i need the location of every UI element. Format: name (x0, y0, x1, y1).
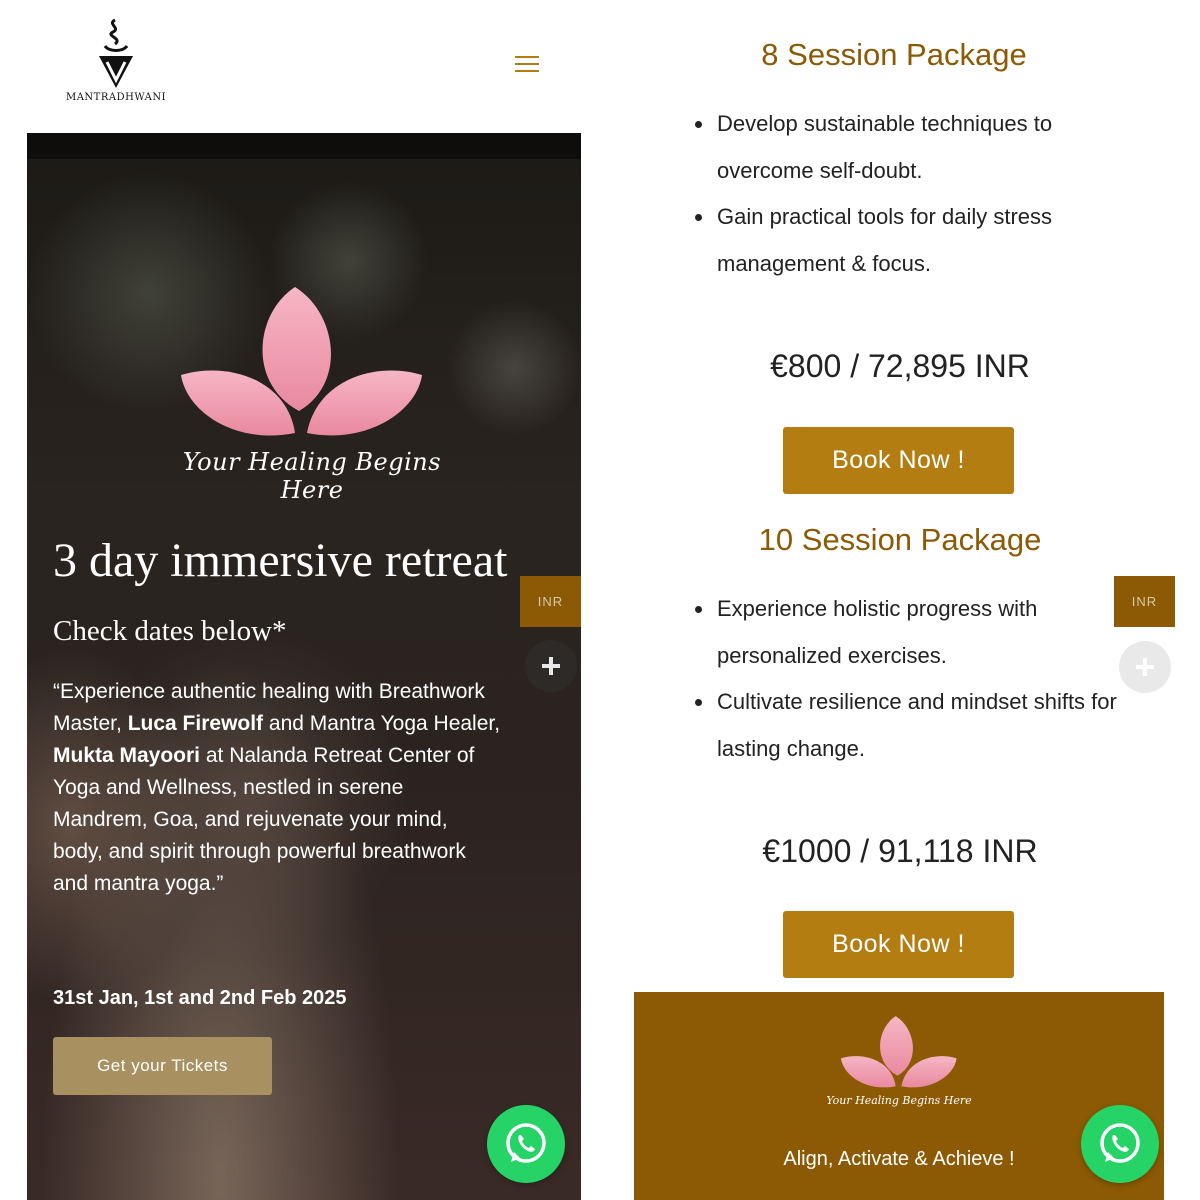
package-title-10: 10 Session Package (758, 522, 1042, 557)
currency-tab[interactable]: INR (1114, 576, 1175, 627)
package-8-benefits: Develop sustainable techniques to overco… (695, 101, 1125, 287)
lotus-icon (840, 1016, 957, 1088)
package-10-benefits: Experience holistic progress with person… (695, 586, 1125, 772)
get-tickets-button[interactable]: Get your Tickets (53, 1037, 272, 1095)
list-item: Develop sustainable techniques to overco… (695, 101, 1125, 194)
hamburger-menu-icon[interactable] (515, 56, 539, 76)
left-mobile-view: MANTRADHWANI Your Healing Begins Here 3 … (0, 0, 600, 1200)
package-10-price: €1000 / 91,118 INR (762, 833, 1038, 869)
hero-title: 3 day immersive retreat (53, 534, 508, 587)
footer-art-tagline: Your Healing Begins Here (826, 1094, 972, 1107)
package-8-price: €800 / 72,895 INR (770, 348, 1030, 384)
list-item: Experience holistic progress with person… (695, 586, 1125, 679)
hero-art-tagline: Your Healing Begins Here (182, 448, 442, 504)
hero-quote: “Experience authentic healing with Breat… (53, 676, 503, 900)
hero-section: Your Healing Begins Here 3 day immersive… (27, 133, 581, 1200)
brand-logo[interactable]: MANTRADHWANI (60, 18, 172, 114)
retreat-dates: 31st Jan, 1st and 2nd Feb 2025 (53, 987, 347, 1009)
whatsapp-icon[interactable] (1081, 1105, 1159, 1183)
page: MANTRADHWANI Your Healing Begins Here 3 … (0, 0, 1200, 1200)
book-now-button-8[interactable]: Book Now ! (783, 427, 1014, 494)
teacher-name-2: Mukta Mayoori (53, 744, 201, 767)
right-mobile-view: 8 Session Package Develop sustainable te… (600, 0, 1200, 1200)
expand-plus-icon[interactable] (1119, 641, 1171, 693)
hero-top-bar (27, 133, 581, 159)
currency-tab[interactable]: INR (520, 576, 581, 627)
logo-mark-icon (99, 18, 133, 88)
hero-subtitle: Check dates below* (53, 615, 287, 647)
teacher-name-1: Luca Firewolf (127, 712, 264, 735)
expand-plus-icon[interactable] (525, 640, 577, 692)
brand-name: MANTRADHWANI (65, 92, 167, 103)
list-item: Gain practical tools for daily stress ma… (695, 194, 1125, 287)
whatsapp-icon[interactable] (487, 1105, 565, 1183)
footer-banner: Your Healing Begins Here Align, Activate… (634, 992, 1164, 1200)
book-now-button-10[interactable]: Book Now ! (783, 911, 1014, 978)
list-item: Cultivate resilience and mindset shifts … (695, 679, 1125, 772)
lotus-icon (181, 287, 422, 436)
quote-text-2: and Mantra Yoga Healer, (263, 712, 501, 735)
package-title-8: 8 Session Package (761, 37, 1027, 72)
